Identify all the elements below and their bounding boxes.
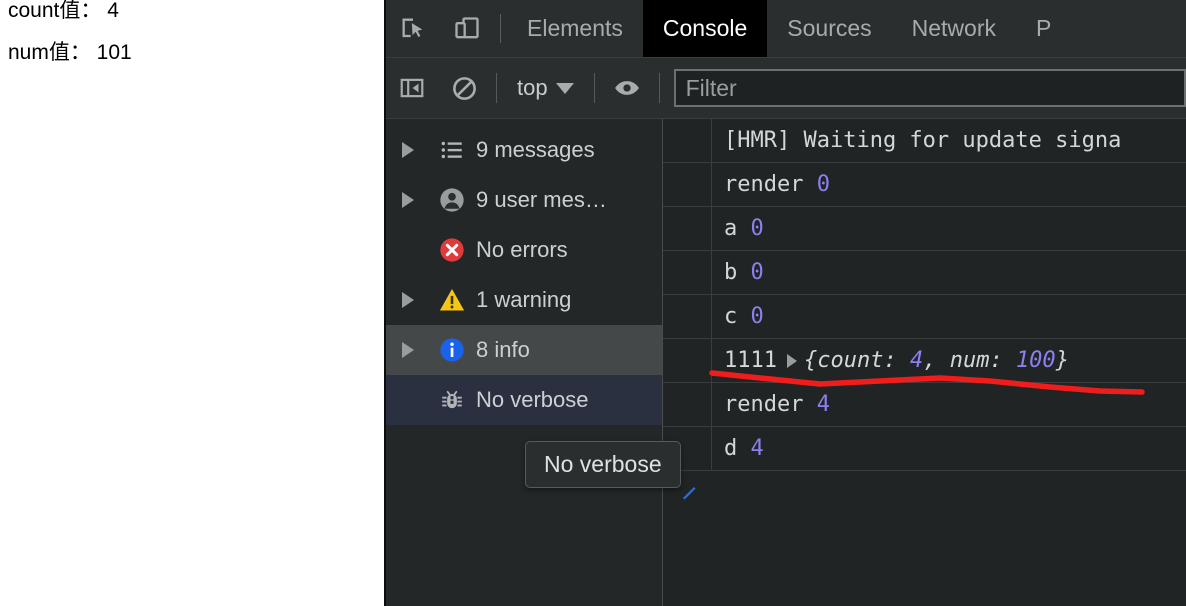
message-gutter [663, 119, 712, 162]
message-value: 0 [816, 172, 830, 197]
sidebar-item-label: No verbose [476, 387, 589, 412]
expand-arrow-icon[interactable] [386, 192, 430, 208]
chevron-down-icon [555, 82, 574, 94]
expand-arrow-icon[interactable] [386, 342, 430, 358]
page-text-num: num值： 101 [8, 41, 132, 64]
message-value: 0 [750, 216, 764, 241]
info-icon [430, 336, 474, 364]
message-text: a 0 [724, 216, 764, 241]
message-text: 1111 {count: 4, num: 100} [712, 348, 1069, 373]
toolbar-divider-2 [496, 73, 497, 103]
device-toolbar-icon [455, 16, 479, 38]
sidebar-item-user-messages[interactable]: 9 user mes… [386, 175, 662, 225]
message-gutter [663, 251, 712, 294]
tab-network[interactable]: Network [892, 0, 1016, 57]
message-text: d 4 [724, 436, 764, 461]
warning-icon [430, 286, 474, 314]
object-preview: {count: 4, num: 100} [803, 348, 1069, 373]
message-gutter [663, 383, 712, 426]
tab-console[interactable]: Console [642, 0, 768, 57]
tab-performance[interactable]: P [1016, 0, 1071, 57]
console-row-object[interactable]: 1111 {count: 4, num: 100} [663, 339, 1186, 383]
object-expand-arrow-icon[interactable] [786, 353, 797, 368]
message-text: [HMR] Waiting for update signa [724, 128, 1122, 153]
execution-context-label: top [517, 75, 548, 100]
expand-arrow-icon[interactable] [386, 142, 430, 158]
console-row[interactable]: [HMR] Waiting for update signa [663, 119, 1186, 163]
sidebar-item-label: 9 user mes… [476, 187, 607, 212]
execution-context-selector[interactable]: top [503, 75, 588, 101]
web-page-viewport: count值： 4 num值： 101 [0, 0, 384, 606]
console-toolbar: top Filter [386, 58, 1186, 119]
tooltip-no-verbose: No verbose [525, 441, 681, 488]
device-toolbar-button[interactable] [440, 0, 494, 57]
message-gutter [663, 295, 712, 338]
sidebar-item-label: 8 info [476, 337, 530, 362]
expand-arrow-icon[interactable] [386, 292, 430, 308]
console-body: 9 messages 9 user mes… No errors 1 warni… [386, 119, 1186, 606]
console-sidebar-toggle-button[interactable] [386, 58, 438, 118]
console-row[interactable]: b 0 [663, 251, 1186, 295]
tab-sources[interactable]: Sources [767, 0, 891, 57]
console-sidebar-toggle-icon [400, 78, 424, 98]
console-row[interactable]: d 4 [663, 427, 1186, 471]
sidebar-item-errors[interactable]: No errors [386, 225, 662, 275]
message-text: render 4 [724, 392, 830, 417]
sidebar-item-messages[interactable]: 9 messages [386, 125, 662, 175]
console-message-list: [HMR] Waiting for update signa render 0 … [663, 119, 1186, 606]
message-value: 4 [816, 392, 830, 417]
devtools-tabbar: Elements Console Sources Network P [386, 0, 1186, 58]
toolbar-divider-3 [593, 73, 595, 103]
sidebar-item-label: 9 messages [476, 137, 595, 162]
message-gutter [663, 163, 712, 206]
filter-placeholder: Filter [685, 74, 737, 101]
sidebar-item-label: No errors [476, 237, 568, 262]
message-value: 4 [750, 436, 764, 461]
toolbar-divider-4 [658, 73, 660, 103]
inspect-element-button[interactable] [386, 0, 440, 57]
console-row[interactable]: c 0 [663, 295, 1186, 339]
console-row[interactable]: render 4 [663, 383, 1186, 427]
clear-console-button[interactable] [438, 58, 490, 118]
message-gutter [663, 207, 712, 250]
bug-icon [430, 387, 474, 413]
list-icon [430, 137, 474, 163]
screenshot-root: count值： 4 num值： 101 Elements Console Sou… [0, 0, 1186, 606]
message-text: b 0 [724, 260, 764, 285]
error-icon [430, 236, 474, 264]
live-expression-button[interactable] [601, 58, 653, 118]
page-text-count: count值： 4 [8, 0, 119, 22]
console-row[interactable]: a 0 [663, 207, 1186, 251]
message-gutter [663, 339, 712, 382]
sidebar-item-label: 1 warning [476, 287, 572, 312]
message-text: render 0 [724, 172, 830, 197]
message-value: 0 [750, 260, 764, 285]
user-icon [430, 186, 474, 214]
inspect-element-icon [402, 18, 423, 37]
message-value: 0 [750, 304, 764, 329]
devtools-panel: Elements Console Sources Network P top F… [384, 0, 1186, 606]
sidebar-item-warnings[interactable]: 1 warning [386, 275, 662, 325]
toolbar-divider [500, 14, 501, 43]
filter-input[interactable]: Filter [673, 69, 1186, 107]
sidebar-item-verbose[interactable]: No verbose [386, 375, 662, 425]
clear-console-icon [452, 76, 476, 100]
console-sidebar: 9 messages 9 user mes… No errors 1 warni… [386, 119, 663, 606]
tab-elements[interactable]: Elements [507, 0, 643, 57]
console-row[interactable]: render 0 [663, 163, 1186, 207]
live-expression-eye-icon [614, 81, 639, 95]
message-prefix: 1111 [724, 348, 777, 373]
message-text: c 0 [724, 304, 764, 329]
sidebar-item-info[interactable]: 8 info [386, 325, 662, 375]
